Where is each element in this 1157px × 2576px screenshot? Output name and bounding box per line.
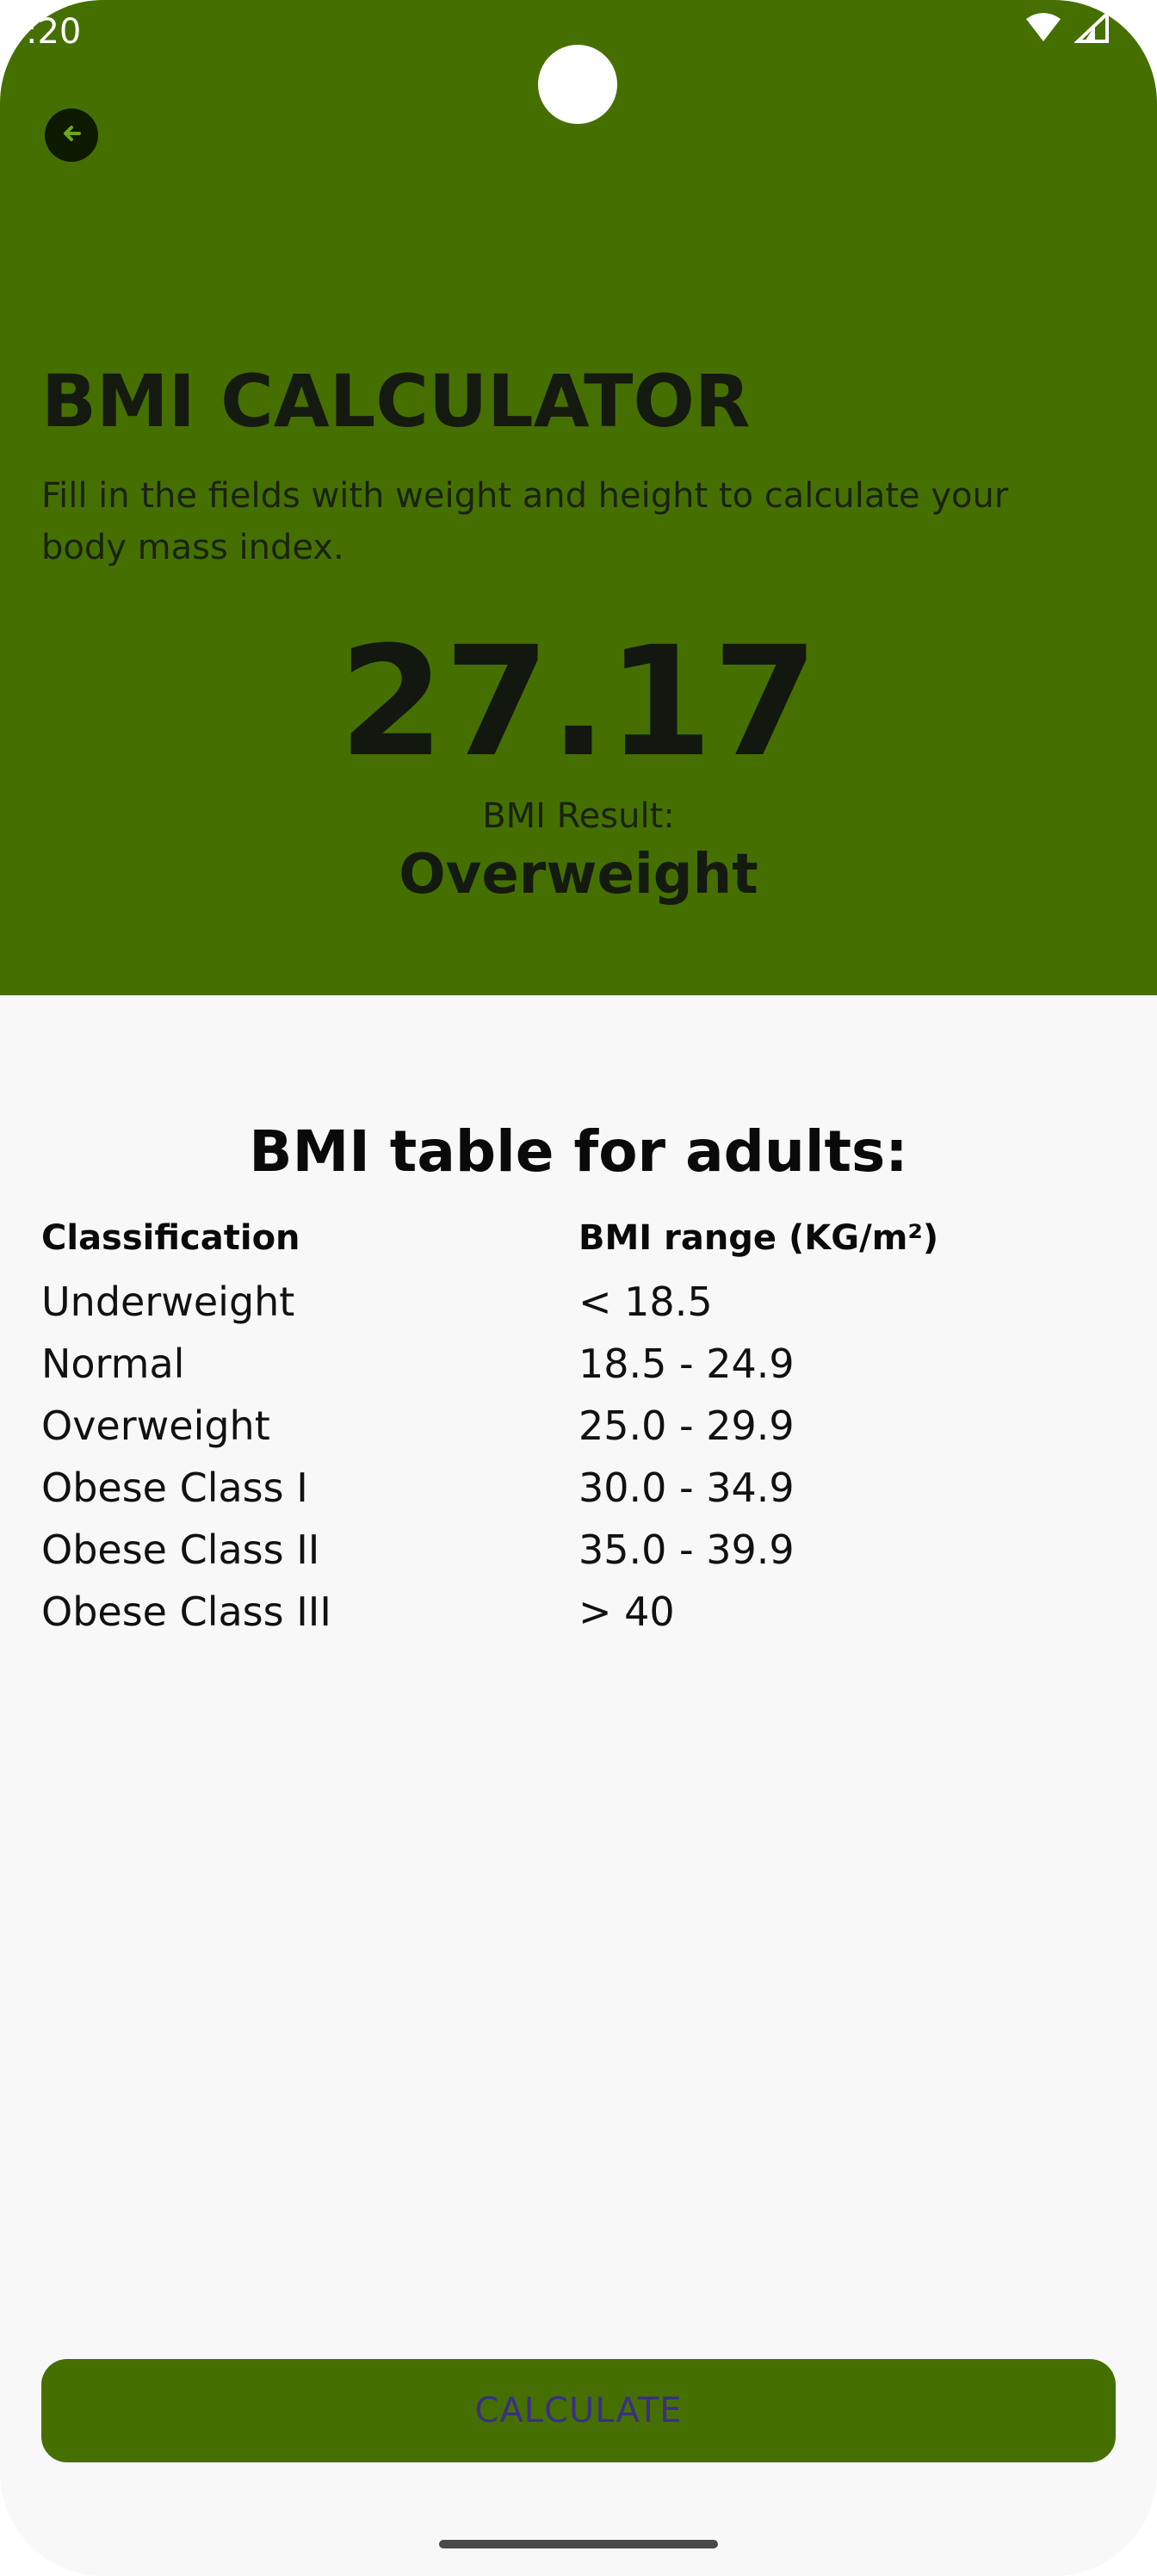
- page-title: BMI CALCULATOR: [41, 359, 751, 443]
- bmi-range-cell: 18.5 - 24.9: [578, 1341, 795, 1387]
- table-row: Obese Class II 35.0 - 39.9: [41, 1519, 1116, 1581]
- bmi-range-cell: 30.0 - 34.9: [578, 1464, 795, 1511]
- table-row: Overweight 25.0 - 29.9: [41, 1395, 1116, 1457]
- classification-cell: Obese Class I: [41, 1464, 308, 1511]
- arrow-left-icon: [59, 121, 84, 151]
- table-row: Obese Class I 30.0 - 34.9: [41, 1457, 1116, 1519]
- wifi-icon: [1024, 12, 1062, 47]
- bmi-result-label: BMI Result:: [482, 796, 675, 836]
- table-header-row: Classification BMI range (KG/m²): [41, 1214, 1116, 1262]
- classification-cell: Overweight: [41, 1403, 270, 1449]
- status-icons: [1024, 9, 1109, 47]
- bmi-table: Classification BMI range (KG/m²) Underwe…: [41, 1214, 1116, 1643]
- table-row: Underweight < 18.5: [41, 1271, 1116, 1333]
- bmi-table-title: BMI table for adults:: [249, 1118, 908, 1185]
- camera-cutout: [538, 45, 617, 124]
- bmi-result-value: 27.17: [338, 614, 819, 790]
- classification-cell: Obese Class II: [41, 1526, 320, 1573]
- bmi-range-cell: 25.0 - 29.9: [578, 1403, 795, 1449]
- calculate-button[interactable]: CALCULATE: [41, 2359, 1116, 2462]
- status-time: :20: [26, 12, 82, 52]
- bmi-classification: Overweight: [399, 843, 758, 907]
- classification-cell: Underweight: [41, 1279, 295, 1325]
- column-header-bmi-range: BMI range (KG/m²): [578, 1218, 939, 1258]
- column-header-classification: Classification: [41, 1218, 300, 1258]
- bmi-range-cell: > 40: [578, 1588, 675, 1635]
- page-subtitle: Fill in the fields with weight and heigh…: [41, 476, 1009, 567]
- app-screen: :20 BMI CALCULATOR Fill in the fields wi…: [0, 0, 1157, 2576]
- cellular-signal-icon: [1073, 9, 1109, 47]
- bmi-range-cell: < 18.5: [578, 1279, 713, 1325]
- back-button[interactable]: [45, 108, 98, 162]
- home-indicator[interactable]: [439, 2540, 718, 2548]
- classification-cell: Normal: [41, 1341, 185, 1387]
- result-header: :20 BMI CALCULATOR Fill in the fields wi…: [0, 0, 1157, 995]
- table-row: Normal 18.5 - 24.9: [41, 1333, 1116, 1395]
- table-row: Obese Class III > 40: [41, 1581, 1116, 1643]
- classification-cell: Obese Class III: [41, 1588, 331, 1635]
- bmi-range-cell: 35.0 - 39.9: [578, 1526, 795, 1573]
